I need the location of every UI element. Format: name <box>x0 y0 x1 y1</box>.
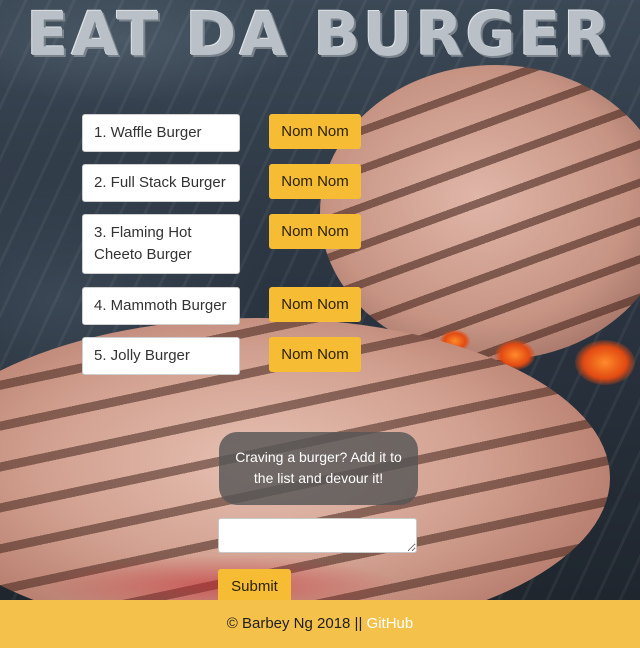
flame <box>575 340 635 385</box>
nom-nom-button[interactable]: Nom Nom <box>269 214 361 249</box>
burger-name: 1. Waffle Burger <box>82 114 240 152</box>
burger-name-input[interactable] <box>218 518 417 553</box>
nom-nom-button[interactable]: Nom Nom <box>269 114 361 149</box>
footer-copyright: © Barbey Ng 2018 || <box>226 615 367 632</box>
footer: © Barbey Ng 2018 || GitHub <box>0 600 640 648</box>
nom-nom-button[interactable]: Nom Nom <box>269 287 361 322</box>
burger-name: 5. Jolly Burger <box>82 337 240 375</box>
site-title: EAT DA BURGER <box>26 0 614 70</box>
github-link[interactable]: GitHub <box>367 615 414 632</box>
burger-name: 2. Full Stack Burger <box>82 164 240 202</box>
burger-name: 3. Flaming Hot Cheeto Burger <box>82 214 240 274</box>
burger-name: 4. Mammoth Burger <box>82 287 240 325</box>
submit-button[interactable]: Submit <box>218 569 291 603</box>
craving-prompt: Craving a burger? Add it to the list and… <box>219 432 418 505</box>
nom-nom-button[interactable]: Nom Nom <box>269 164 361 199</box>
nom-nom-button[interactable]: Nom Nom <box>269 337 361 372</box>
